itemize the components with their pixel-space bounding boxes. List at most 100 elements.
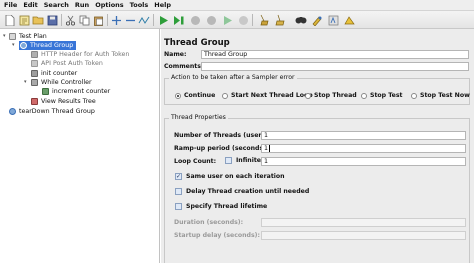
checkbox-label: Specify Thread lifetime: [186, 203, 268, 210]
tree-item-view-results[interactable]: View Results Tree: [31, 97, 96, 106]
menu-options[interactable]: Options: [95, 1, 123, 9]
checkbox-label: Same user on each iteration: [186, 173, 285, 180]
tree-item-label: Test Plan: [19, 33, 47, 40]
reset-search-icon[interactable]: [311, 14, 323, 26]
tree-item-label: View Results Tree: [41, 98, 96, 105]
toolbar-separator: [107, 14, 108, 26]
function-helper-icon[interactable]: [327, 14, 339, 26]
open-icon[interactable]: [32, 14, 44, 26]
toggle-icon[interactable]: [138, 14, 150, 26]
menu-tools[interactable]: Tools: [130, 1, 149, 9]
tree-item-while-controller[interactable]: While Controller: [31, 78, 92, 87]
startup-delay-field[interactable]: [261, 231, 466, 240]
paste-icon[interactable]: [92, 14, 104, 26]
copy-icon[interactable]: [78, 14, 90, 26]
radio-icon: [411, 92, 417, 99]
remote-start-icon[interactable]: [221, 14, 233, 26]
name-field[interactable]: Thread Group: [201, 50, 469, 59]
clear-icon[interactable]: [257, 14, 269, 26]
tree-item-label: API Post Auth Token: [41, 60, 103, 67]
pencil-icon: [42, 88, 49, 95]
menu-file[interactable]: File: [4, 1, 17, 9]
radio-continue[interactable]: Continue: [175, 92, 215, 99]
radio-label: Stop Test: [370, 92, 403, 99]
menu-help[interactable]: Help: [154, 1, 171, 9]
tree-item-test-plan[interactable]: Test Plan: [9, 32, 47, 41]
gear-icon: [20, 42, 27, 49]
radio-label: Stop Thread: [314, 92, 357, 99]
name-label: Name:: [164, 51, 187, 58]
start-no-pauses-icon[interactable]: [173, 14, 185, 26]
radio-stop-test[interactable]: Stop Test: [361, 92, 402, 99]
toolbar-separator: [61, 14, 62, 26]
rampup-label: Ramp-up period (seconds):: [174, 145, 269, 152]
wrench-icon: [31, 51, 38, 58]
collapse-toggle-icon[interactable]: ▾: [3, 33, 6, 39]
expand-icon[interactable]: [110, 14, 122, 26]
tree-item-label: Thread Group: [30, 42, 74, 49]
start-icon[interactable]: [157, 14, 169, 26]
collapse-toggle-icon[interactable]: ▾: [12, 42, 15, 48]
startup-delay-label: Startup delay (seconds):: [174, 232, 260, 239]
templates-icon[interactable]: [18, 14, 30, 26]
menu-search[interactable]: Search: [44, 1, 69, 9]
menu-edit[interactable]: Edit: [23, 1, 37, 9]
loop-count-field[interactable]: 1: [261, 157, 466, 166]
tree-item-teardown[interactable]: tearDown Thread Group: [9, 107, 95, 116]
duration-field[interactable]: [261, 218, 466, 227]
tree-item-api-post[interactable]: API Post Auth Token: [31, 59, 103, 68]
tree-item-label: increment counter: [52, 88, 111, 95]
tree-item-label: While Controller: [41, 79, 92, 86]
radio-label: Start Next Thread Loop: [231, 92, 313, 99]
radio-icon: [361, 92, 367, 99]
save-icon[interactable]: [46, 14, 58, 26]
tree-item-label: init counter: [41, 70, 78, 77]
tree-item-increment-counter[interactable]: increment counter: [42, 87, 110, 96]
delay-thread-creation-checkbox[interactable]: Delay Thread creation until needed: [175, 188, 309, 195]
menu-bar: File Edit Search Run Options Tools Help: [0, 0, 474, 11]
radio-icon: [222, 92, 228, 99]
threads-field[interactable]: 1: [261, 131, 466, 140]
thread-group-panel: Thread Group Name: Thread Group Comments…: [161, 29, 474, 263]
collapse-toggle-icon[interactable]: ▾: [24, 79, 27, 85]
thread-properties-group: Thread Properties Number of Threads (use…: [164, 114, 470, 263]
radio-icon: [305, 92, 311, 99]
tree-item-label: tearDown Thread Group: [19, 108, 95, 115]
gear-icon: [9, 108, 16, 115]
help-icon[interactable]: [343, 14, 355, 26]
loop-count-label: Loop Count:: [174, 158, 217, 165]
collapse-icon[interactable]: [124, 14, 136, 26]
clear-all-icon[interactable]: [273, 14, 285, 26]
radio-label: Continue: [184, 92, 216, 99]
wrench-icon: [31, 70, 38, 77]
cut-icon[interactable]: [64, 14, 76, 26]
tree-item-http-header[interactable]: HTTP Header for Auth Token: [31, 50, 129, 59]
infinite-checkbox[interactable]: Infinite: [225, 157, 261, 164]
search-icon[interactable]: [295, 14, 307, 26]
tree-item-init-counter[interactable]: init counter: [31, 69, 77, 78]
stop-icon[interactable]: [189, 14, 201, 26]
text-cursor: [269, 145, 271, 152]
radio-start-next-thread-loop[interactable]: Start Next Thread Loop: [222, 92, 313, 99]
rampup-field[interactable]: 1: [261, 144, 466, 153]
duration-label: Duration (seconds):: [174, 219, 244, 226]
tree-item-thread-group[interactable]: Thread Group: [19, 41, 77, 50]
checkbox-label: Infinite: [236, 157, 261, 164]
menu-run[interactable]: Run: [75, 1, 89, 9]
comments-label: Comments:: [164, 63, 204, 70]
shutdown-icon[interactable]: [205, 14, 217, 26]
radio-label: Stop Test Now: [420, 92, 470, 99]
specify-thread-lifetime-checkbox[interactable]: Specify Thread lifetime: [175, 203, 267, 210]
remote-stop-icon[interactable]: [237, 14, 249, 26]
checkbox-icon: [175, 203, 182, 210]
test-plan-tree: ▾ Test Plan ▾ Thread Group HTTP Header f…: [0, 29, 160, 263]
comments-field[interactable]: [201, 62, 469, 71]
tree-item-label: HTTP Header for Auth Token: [41, 51, 130, 58]
radio-stop-thread[interactable]: Stop Thread: [305, 92, 357, 99]
radio-stop-test-now[interactable]: Stop Test Now: [411, 92, 470, 99]
results-tree-icon: [31, 98, 38, 105]
sampler-error-legend: Action to be taken after a Sampler error: [169, 74, 297, 81]
same-user-checkbox[interactable]: ✓ Same user on each iteration: [175, 173, 285, 180]
name-value: Thread Group: [204, 51, 248, 58]
new-icon[interactable]: [4, 14, 16, 26]
